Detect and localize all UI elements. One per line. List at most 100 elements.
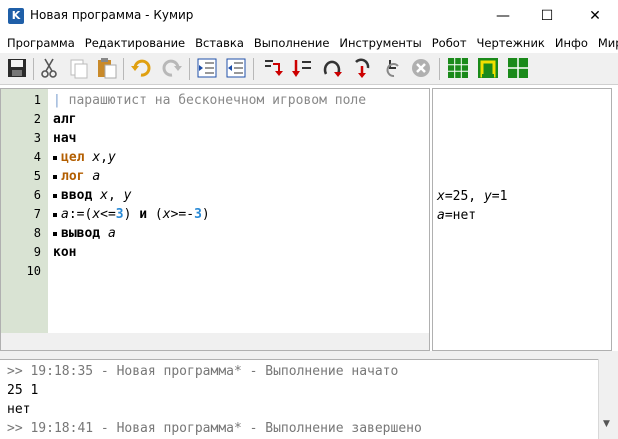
unindent-icon[interactable] bbox=[224, 56, 248, 80]
code-token: x bbox=[92, 207, 101, 222]
code-text: вывод a bbox=[53, 224, 116, 243]
code-line[interactable]: 10 bbox=[1, 262, 429, 281]
code-token: ввод bbox=[61, 188, 93, 203]
code-line[interactable]: 4 цел x,y bbox=[1, 148, 429, 167]
menu-tools[interactable]: Инструменты bbox=[334, 36, 426, 50]
code-text: кон bbox=[53, 243, 76, 262]
robot-world-icon[interactable] bbox=[476, 56, 500, 80]
editor-horizontal-scrollbar[interactable] bbox=[1, 333, 429, 350]
menu-worlds[interactable]: Миры bbox=[593, 36, 618, 50]
copy-icon[interactable] bbox=[66, 56, 90, 80]
window-title: Новая программа - Кумир bbox=[30, 8, 194, 22]
maximize-button[interactable]: ☐ bbox=[524, 0, 570, 33]
panel-splitter[interactable] bbox=[0, 351, 618, 359]
line-number: 9 bbox=[33, 245, 41, 259]
code-line[interactable]: 2 алг bbox=[1, 110, 429, 129]
code-token: лог bbox=[61, 169, 85, 184]
menu-edit[interactable]: Редактирование bbox=[80, 36, 190, 50]
minimize-button[interactable]: — bbox=[480, 0, 526, 33]
code-text: a:=(x<=3) и (x>=-3) bbox=[53, 205, 210, 224]
grid-world-icon[interactable] bbox=[446, 56, 470, 80]
console-output-line: нет bbox=[7, 402, 31, 417]
line-number: 10 bbox=[26, 264, 41, 278]
code-line[interactable]: 9 кон bbox=[1, 243, 429, 262]
code-token: алг bbox=[53, 112, 77, 127]
code-text: лог a bbox=[53, 167, 100, 186]
code-token: y bbox=[123, 188, 132, 203]
code-token: >=- bbox=[170, 207, 195, 222]
scroll-down-arrow-icon[interactable]: ▼ bbox=[603, 419, 610, 429]
console-status-line: >> 19:18:35 - Новая программа* - Выполне… bbox=[7, 364, 399, 379]
output-console[interactable]: >> 19:18:35 - Новая программа* - Выполне… bbox=[0, 359, 618, 439]
code-token: вывод bbox=[61, 226, 101, 241]
menu-insert[interactable]: Вставка bbox=[190, 36, 249, 50]
toolbar-separator bbox=[123, 58, 124, 80]
console-status-line: >> 19:18:41 - Новая программа* - Выполне… bbox=[7, 421, 422, 436]
code-token: кон bbox=[53, 245, 77, 260]
stop-icon[interactable] bbox=[409, 56, 433, 80]
paste-icon[interactable] bbox=[95, 56, 119, 80]
code-token: 3 bbox=[115, 207, 124, 222]
indent-marker bbox=[53, 174, 57, 179]
console-vertical-scrollbar[interactable]: ▼ bbox=[598, 359, 618, 439]
indent-marker bbox=[53, 155, 57, 160]
run-icon[interactable] bbox=[260, 56, 284, 80]
margin-token: =1 bbox=[491, 189, 508, 204]
code-line[interactable]: 1 | парашютист на бесконечном игровом пол… bbox=[1, 91, 429, 110]
code-editor[interactable]: 1 | парашютист на бесконечном игровом пол… bbox=[0, 88, 430, 351]
app-icon: K bbox=[8, 8, 24, 24]
menu-robot[interactable]: Робот bbox=[427, 36, 472, 50]
margin-token: a bbox=[437, 208, 445, 223]
code-token: ( bbox=[147, 207, 163, 222]
code-token: x bbox=[162, 207, 171, 222]
values-margin: x=25, y=1 a=нет bbox=[432, 88, 612, 351]
code-line[interactable]: 6 ввод x, y bbox=[1, 186, 429, 205]
line-number: 1 bbox=[33, 93, 41, 107]
code-token: нач bbox=[53, 131, 77, 146]
code-line[interactable]: 5 лог a bbox=[1, 167, 429, 186]
step-over-icon[interactable] bbox=[320, 56, 344, 80]
menu-info[interactable]: Инфо bbox=[550, 36, 593, 50]
toolbar-separator bbox=[33, 58, 34, 80]
code-token: a bbox=[61, 207, 69, 222]
draw-world-icon[interactable] bbox=[506, 56, 530, 80]
menu-program[interactable]: Программа bbox=[2, 36, 80, 50]
indent-marker bbox=[53, 231, 57, 236]
indent-marker bbox=[53, 193, 57, 198]
line-number: 5 bbox=[33, 169, 41, 183]
margin-value-line: x=25, y=1 bbox=[437, 187, 507, 206]
code-text: | парашютист на бесконечном игровом поле bbox=[53, 91, 366, 110]
code-token: парашютист на бесконечном игровом поле bbox=[68, 93, 367, 108]
code-token: 3 bbox=[194, 207, 202, 222]
margin-token: x bbox=[437, 189, 445, 204]
redo-icon[interactable] bbox=[160, 56, 184, 80]
code-token: цел bbox=[61, 150, 85, 165]
code-line[interactable]: 7 a:=(x<=3) и (x>=-3) bbox=[1, 205, 429, 224]
code-line[interactable]: 3 нач bbox=[1, 129, 429, 148]
code-token: и bbox=[139, 207, 148, 222]
code-text: алг bbox=[53, 110, 76, 129]
menu-drawer[interactable]: Чертежник bbox=[472, 36, 550, 50]
code-text: цел x,y bbox=[53, 148, 116, 167]
margin-token: =25, bbox=[444, 189, 484, 204]
menu-run[interactable]: Выполнение bbox=[249, 36, 335, 50]
code-token: ) bbox=[201, 207, 210, 222]
indent-icon[interactable] bbox=[195, 56, 219, 80]
margin-token: =нет bbox=[444, 208, 477, 223]
code-token: ) bbox=[123, 207, 140, 222]
code-token: <= bbox=[100, 207, 116, 222]
line-number: 7 bbox=[33, 207, 41, 221]
close-button[interactable]: ✕ bbox=[572, 0, 618, 33]
run-step-icon[interactable] bbox=[290, 56, 314, 80]
code-line[interactable]: 8 вывод a bbox=[1, 224, 429, 243]
undo-icon[interactable] bbox=[129, 56, 153, 80]
save-icon[interactable] bbox=[5, 56, 29, 80]
margin-value-line: a=нет bbox=[437, 206, 476, 225]
step-out-icon[interactable] bbox=[380, 56, 404, 80]
menu-bar: Программа Редактирование Вставка Выполне… bbox=[0, 33, 618, 53]
line-number: 8 bbox=[33, 226, 41, 240]
cut-icon[interactable] bbox=[37, 56, 61, 80]
step-into-icon[interactable] bbox=[350, 56, 374, 80]
code-token: , bbox=[100, 150, 108, 165]
